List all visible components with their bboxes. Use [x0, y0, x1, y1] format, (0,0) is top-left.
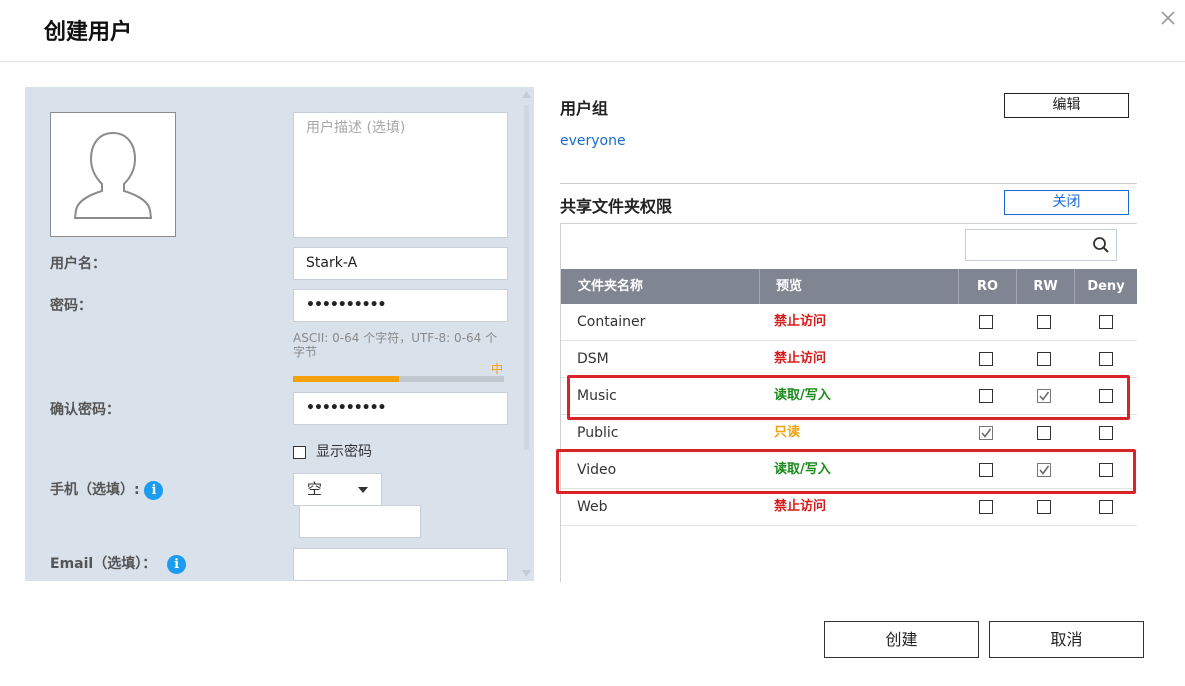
folder-preview-permission: 禁止访问: [774, 351, 827, 366]
ro-checkbox[interactable]: [979, 426, 993, 440]
folder-preview-permission: 禁止访问: [774, 314, 827, 329]
rw-checkbox[interactable]: [1037, 426, 1051, 440]
folder-preview-permission: 禁止访问: [774, 499, 827, 514]
left-panel-scrollbar[interactable]: [519, 87, 534, 581]
table-row[interactable]: Video 读取/写入: [561, 452, 1137, 489]
folder-name: Public: [577, 425, 619, 441]
info-icon[interactable]: i: [144, 480, 164, 500]
rw-checkbox[interactable]: [1037, 463, 1051, 477]
username-label: 用户名：: [50, 256, 106, 272]
show-password-toggle[interactable]: 显示密码: [293, 441, 372, 461]
deny-checkbox[interactable]: [1099, 500, 1113, 514]
rw-checkbox[interactable]: [1037, 389, 1051, 403]
table-row[interactable]: Public 只读: [561, 415, 1137, 452]
email-label-text: Email（选填）：: [50, 556, 157, 572]
close-icon[interactable]: [1158, 8, 1178, 28]
info-icon[interactable]: i: [167, 554, 187, 574]
password-hint: ASCII: 0-64 个字符，UTF-8: 0-64 个字节: [293, 331, 498, 359]
phone-label-text: 手机（选填）:: [50, 482, 140, 498]
email-field[interactable]: [293, 548, 508, 581]
group-everyone[interactable]: everyone: [560, 133, 626, 149]
show-password-label: 显示密码: [316, 444, 372, 460]
password-strength-fill: [293, 376, 399, 382]
password-strength-bar: [293, 376, 504, 382]
deny-checkbox[interactable]: [1099, 352, 1113, 366]
rw-checkbox[interactable]: [1037, 315, 1051, 329]
rw-checkbox[interactable]: [1037, 352, 1051, 366]
dialog-title: 创建用户: [44, 20, 133, 45]
edit-group-button[interactable]: 编辑: [1004, 93, 1129, 118]
phone-country-select[interactable]: 空: [293, 473, 382, 506]
password-label: 密码：: [50, 298, 92, 314]
user-info-panel: 用户描述 (选填) 用户名： Stark-A 密码： •••••••••• AS…: [25, 87, 534, 581]
deny-checkbox[interactable]: [1099, 389, 1113, 403]
email-label: Email（选填）： i: [50, 553, 187, 574]
phone-label: 手机（选填）: i: [50, 479, 164, 500]
phone-number-field[interactable]: [299, 505, 421, 538]
ro-checkbox[interactable]: [979, 500, 993, 514]
search-icon[interactable]: [1092, 236, 1110, 254]
password-field[interactable]: ••••••••••: [293, 289, 508, 322]
user-description-placeholder: 用户描述 (选填): [306, 120, 406, 136]
user-silhouette-icon: [73, 131, 153, 219]
user-group-title: 用户组: [560, 99, 609, 118]
permissions-table-header: 文件夹名称 预览 RO RW Deny: [561, 269, 1137, 304]
deny-checkbox[interactable]: [1099, 315, 1113, 329]
folder-name: Music: [577, 388, 617, 404]
column-rw[interactable]: RW: [1016, 269, 1074, 304]
table-row[interactable]: Web 禁止访问: [561, 489, 1137, 526]
cancel-button[interactable]: 取消: [989, 621, 1144, 658]
section-divider: [560, 183, 1137, 184]
rw-checkbox[interactable]: [1037, 500, 1051, 514]
chevron-down-icon: [358, 487, 368, 493]
user-description-field[interactable]: 用户描述 (选填): [293, 112, 508, 238]
folder-search-input[interactable]: [965, 229, 1117, 261]
folder-preview-permission: 只读: [774, 425, 801, 440]
username-field[interactable]: Stark-A: [293, 247, 508, 280]
column-folder-name[interactable]: 文件夹名称: [561, 269, 760, 304]
show-password-checkbox[interactable]: [293, 445, 306, 459]
avatar[interactable]: [50, 112, 176, 237]
shared-folder-permissions-title: 共享文件夹权限: [560, 197, 673, 216]
column-preview[interactable]: 预览: [759, 269, 958, 304]
confirm-password-field[interactable]: ••••••••••: [293, 392, 508, 425]
table-row[interactable]: Music 读取/写入: [561, 378, 1137, 415]
table-row[interactable]: DSM 禁止访问: [561, 341, 1137, 378]
create-user-dialog: 创建用户 用户描述 (选填) 用户名： Stark-A 密码： ••••••••…: [0, 0, 1185, 686]
column-deny[interactable]: Deny: [1074, 269, 1137, 304]
ro-checkbox[interactable]: [979, 463, 993, 477]
ro-checkbox[interactable]: [979, 352, 993, 366]
folder-name: DSM: [577, 351, 609, 367]
confirm-password-label: 确认密码：: [50, 402, 120, 418]
deny-checkbox[interactable]: [1099, 463, 1113, 477]
folder-name: Web: [577, 499, 608, 515]
header-divider: [0, 61, 1185, 62]
deny-checkbox[interactable]: [1099, 426, 1113, 440]
folder-name: Container: [577, 314, 646, 330]
close-permissions-button[interactable]: 关闭: [1004, 190, 1129, 215]
folder-preview-permission: 读取/写入: [774, 462, 831, 477]
phone-country-value: 空: [307, 480, 323, 498]
ro-checkbox[interactable]: [979, 389, 993, 403]
create-button[interactable]: 创建: [824, 621, 979, 658]
table-row[interactable]: Container 禁止访问: [561, 304, 1137, 341]
column-ro[interactable]: RO: [958, 269, 1016, 304]
ro-checkbox[interactable]: [979, 315, 993, 329]
folder-preview-permission: 读取/写入: [774, 388, 831, 403]
folder-name: Video: [577, 462, 617, 478]
password-strength-label: 中: [491, 362, 504, 376]
